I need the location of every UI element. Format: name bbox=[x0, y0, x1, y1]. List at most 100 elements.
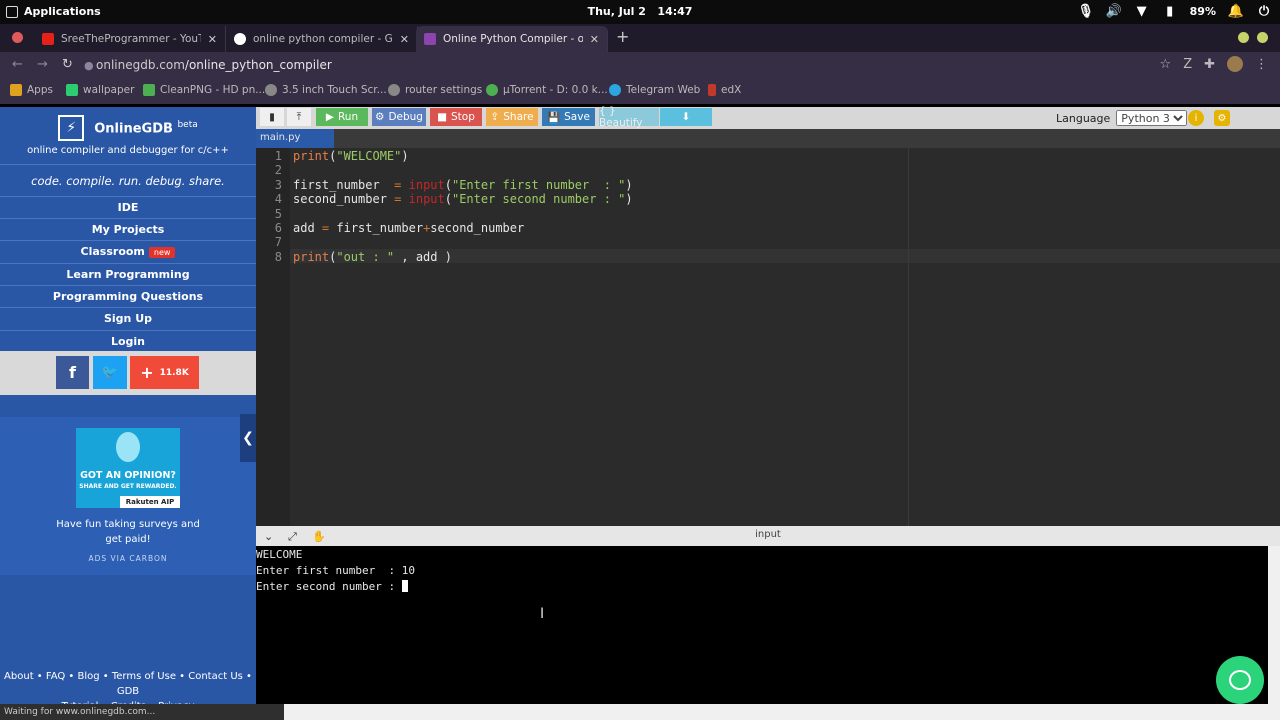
collapse-sidebar-button[interactable]: ❮ bbox=[240, 414, 256, 462]
url-field[interactable]: onlinegdb.com/online_python_compiler bbox=[96, 58, 332, 72]
sidebar-item-login[interactable]: Login bbox=[0, 330, 256, 352]
code-line-8: print("out : " , add ) bbox=[293, 250, 452, 264]
share-button[interactable]: ⇪ Share bbox=[486, 108, 538, 126]
ad-copy[interactable]: Have fun taking surveys and get paid! bbox=[0, 517, 256, 547]
sidebar-item-programming-questions[interactable]: Programming Questions bbox=[0, 285, 256, 307]
reload-icon[interactable]: ↻ bbox=[62, 57, 73, 72]
tab-google-search[interactable]: online python compiler - Google Search ✕ bbox=[226, 26, 418, 52]
stop-label: Stop bbox=[451, 111, 475, 123]
line-number: 7 bbox=[274, 235, 282, 249]
beautify-button[interactable]: { } Beautify bbox=[599, 105, 659, 129]
debug-icon: ⚙ bbox=[375, 111, 385, 123]
run-label: Run bbox=[337, 111, 359, 123]
bookmark-utorrent[interactable]: µTorrent - D: 0.0 k... bbox=[486, 84, 608, 96]
volume-icon[interactable]: 🔊 bbox=[1106, 3, 1122, 19]
sidebar-item-my-projects[interactable]: My Projects bbox=[0, 218, 256, 240]
ad-image[interactable]: GOT AN OPINION? SHARE AND GET REWARDED. … bbox=[76, 428, 180, 508]
terminal-prompt: Enter second number : bbox=[256, 580, 402, 593]
sidebar-item-label: Learn Programming bbox=[66, 268, 190, 281]
bookmark-router-settings[interactable]: router settings bbox=[388, 84, 482, 96]
stop-button[interactable]: ■ Stop bbox=[430, 108, 482, 126]
close-window-button[interactable] bbox=[12, 32, 23, 43]
debug-button[interactable]: ⚙ Debug bbox=[372, 108, 426, 126]
new-tab-button[interactable]: + bbox=[616, 27, 629, 46]
save-label: Save bbox=[564, 111, 590, 123]
lightbulb-icon bbox=[116, 432, 140, 462]
code-line-3: first_number = input("Enter first number… bbox=[293, 178, 633, 192]
bookmark-telegram[interactable]: Telegram Web bbox=[609, 84, 700, 96]
new-file-button[interactable]: ▮ bbox=[260, 108, 284, 126]
sidebar-item-label: Programming Questions bbox=[52, 290, 204, 303]
maximize-window-button[interactable] bbox=[1257, 32, 1268, 43]
brand-name: OnlineGDB beta bbox=[94, 119, 198, 137]
language-select[interactable]: Python 3 bbox=[1116, 110, 1188, 126]
google-favicon-icon bbox=[234, 33, 246, 45]
download-button[interactable]: ⬇ bbox=[660, 108, 712, 126]
upload-button[interactable]: ⤒ bbox=[287, 108, 311, 126]
page-content: ⚡ OnlineGDB beta online compiler and deb… bbox=[0, 105, 1280, 720]
bookmark-edx[interactable]: edX bbox=[708, 84, 741, 96]
line-number: 8 bbox=[274, 250, 282, 264]
code-line-6: add = first_number+second_number bbox=[293, 221, 525, 235]
sidebar-item-ide[interactable]: IDE bbox=[0, 196, 256, 218]
microphone-icon[interactable]: 🎙 bbox=[1077, 3, 1094, 19]
ide-toolbar: ▮ ⤒ ▶ Run ⚙ Debug ■ Stop ⇪ Share 💾 Save { } B… bbox=[256, 105, 1280, 129]
terminal-scrollbar[interactable] bbox=[1268, 546, 1280, 704]
code-editor[interactable]: 1 2 3 4 5 6 7 8 print("WELCOME") first_n… bbox=[256, 148, 1280, 526]
terminal-output[interactable]: WELCOME Enter first number : 10 Enter se… bbox=[256, 546, 1268, 704]
twitter-icon: 🐦 bbox=[101, 365, 119, 380]
power-icon[interactable]: ⏻ bbox=[1256, 3, 1272, 19]
tab-youtube[interactable]: SreeTheProgrammer - YouTube ✕ bbox=[34, 26, 226, 52]
run-button[interactable]: ▶ Run bbox=[316, 108, 368, 126]
close-tab-icon[interactable]: ✕ bbox=[590, 33, 599, 46]
plus-icon: + bbox=[140, 363, 154, 382]
bookmark-wallpaper[interactable]: wallpaper bbox=[66, 84, 134, 96]
save-icon: 💾 bbox=[547, 111, 561, 124]
minimize-window-button[interactable] bbox=[1238, 32, 1249, 43]
tab-onlinegdb[interactable]: Online Python Compiler - online editor ✕ bbox=[416, 26, 608, 52]
addthis-share-button[interactable]: +11.8K bbox=[130, 356, 199, 389]
lock-icon: ● bbox=[84, 59, 94, 72]
close-tab-icon[interactable]: ✕ bbox=[208, 33, 217, 46]
line-number: 5 bbox=[274, 207, 282, 221]
sidebar-item-label: Sign Up bbox=[103, 312, 153, 325]
bookmark-cleanpng[interactable]: CleanPNG - HD pn... bbox=[143, 84, 265, 96]
facebook-share-button[interactable]: f bbox=[56, 356, 89, 389]
play-icon: ▶ bbox=[325, 111, 334, 123]
sidebar-item-classroom[interactable]: Classroom new bbox=[0, 240, 256, 262]
share-count: 11.8K bbox=[159, 367, 189, 378]
zotero-extension-icon[interactable]: Z bbox=[1183, 57, 1192, 72]
notification-bell-icon[interactable]: 🔔 bbox=[1228, 3, 1244, 19]
file-tab-main-py[interactable]: main.py bbox=[256, 129, 334, 148]
bookmark-apps[interactable]: Apps bbox=[10, 84, 53, 96]
profile-avatar[interactable] bbox=[1227, 56, 1243, 72]
twitter-share-button[interactable]: 🐦 bbox=[93, 356, 127, 389]
line-number: 6 bbox=[274, 221, 282, 235]
extensions-puzzle-icon[interactable]: ✚ bbox=[1204, 57, 1215, 72]
save-button[interactable]: 💾 Save bbox=[542, 108, 595, 126]
forward-icon[interactable]: → bbox=[37, 57, 48, 72]
sidebar-item-sign-up[interactable]: Sign Up bbox=[0, 307, 256, 329]
carbon-ad[interactable]: GOT AN OPINION? SHARE AND GET REWARDED. … bbox=[0, 417, 256, 575]
chat-support-button[interactable] bbox=[1216, 656, 1264, 704]
close-tab-icon[interactable]: ✕ bbox=[400, 33, 409, 46]
wifi-icon[interactable]: ▼ bbox=[1134, 3, 1150, 19]
mouse-ibeam-cursor-icon: I bbox=[540, 606, 545, 622]
settings-button[interactable]: ⚙ bbox=[1214, 110, 1230, 126]
footer-links[interactable]: About • FAQ • Blog • Terms of Use • Cont… bbox=[4, 669, 252, 699]
share-icon: ⇪ bbox=[490, 111, 500, 123]
io-splitter[interactable]: ⌄ ⤢ ✋ input bbox=[256, 526, 1280, 546]
battery-percent: 89% bbox=[1189, 4, 1216, 18]
sidebar-item-learn-programming[interactable]: Learn Programming bbox=[0, 263, 256, 285]
bookmark-touch-screen[interactable]: 3.5 inch Touch Scr... bbox=[265, 84, 387, 96]
tab-title: Online Python Compiler - online editor bbox=[443, 33, 583, 45]
bookmark-star-icon[interactable]: ☆ bbox=[1160, 57, 1172, 72]
back-icon[interactable]: ← bbox=[12, 57, 23, 72]
browser-menu-icon[interactable]: ⋮ bbox=[1255, 57, 1268, 72]
ads-via-carbon-link[interactable]: ADS VIA CARBON bbox=[0, 554, 256, 563]
battery-icon[interactable]: ▮ bbox=[1162, 3, 1178, 19]
bookmark-label: Telegram Web bbox=[626, 84, 701, 96]
debug-label: Debug bbox=[388, 111, 423, 123]
brand[interactable]: ⚡ OnlineGDB beta online compiler and deb… bbox=[0, 115, 256, 156]
info-button[interactable]: i bbox=[1188, 110, 1204, 126]
